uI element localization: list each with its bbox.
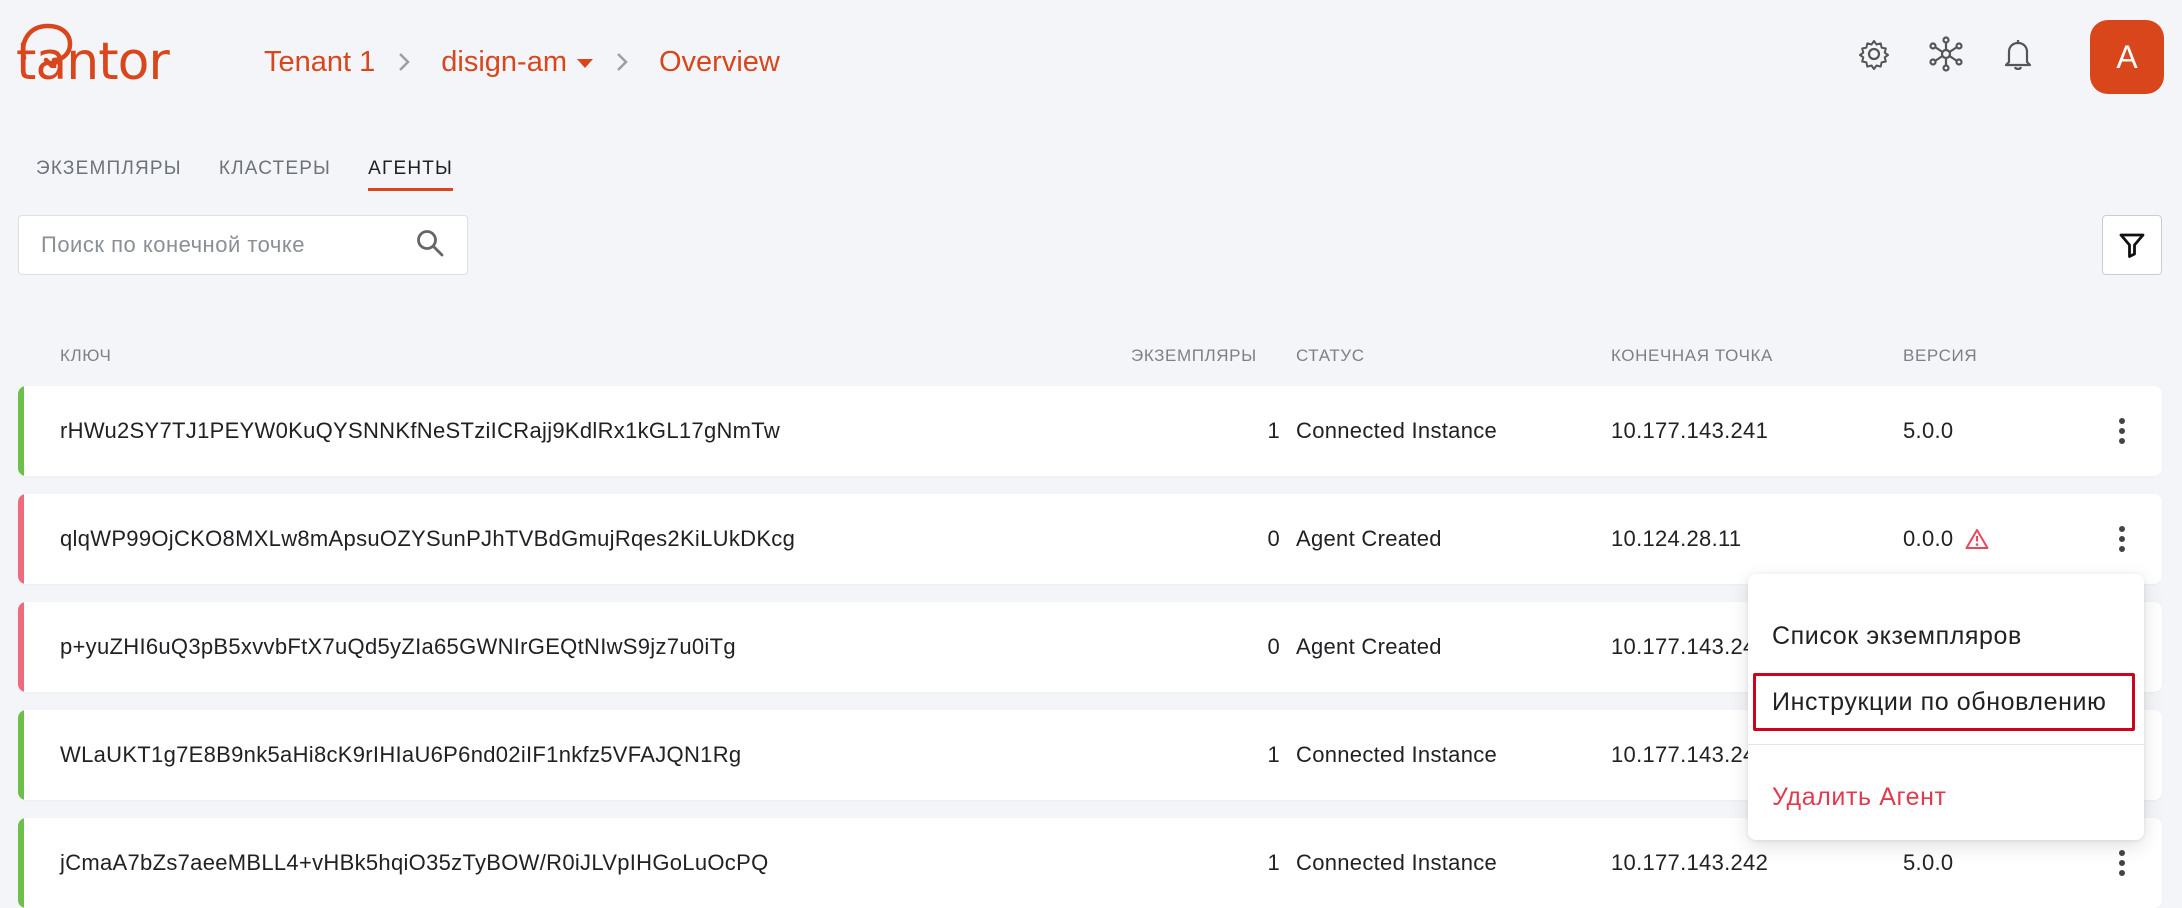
breadcrumb-tenant[interactable]: Tenant 1 [264,46,375,79]
agent-endpoint: 10.124.28.11 [1611,526,1742,551]
table-row[interactable]: qlqWP99OjCKO8MXLw8mApsuOZYSunPJhTVBdGmuj… [18,494,2162,584]
chevron-right-icon [615,51,629,73]
tantor-logo[interactable]: tantor [16,22,176,92]
tab-clusters[interactable]: КЛАСТЕРЫ [219,158,331,191]
instance-count: 1 [1267,418,1280,443]
agent-key: qlqWP99OjCKO8MXLw8mApsuOZYSunPJhTVBdGmuj… [60,526,796,551]
status-indicator [18,818,24,908]
network-icon[interactable] [1928,36,1964,72]
agent-status: Connected Instance [1296,418,1498,443]
agent-version: 5.0.0 [1903,418,1954,443]
tab-instances[interactable]: ЭКЗЕМПЛЯРЫ [36,158,182,191]
row-actions-menu-icon[interactable] [2104,521,2140,557]
agent-version: 0.0.0 [1903,526,1954,551]
agent-endpoint: 10.177.143.243 [1611,742,1769,767]
caret-down-icon [576,58,593,68]
project-dropdown[interactable]: disign-am [441,46,593,79]
status-indicator [18,386,24,476]
project-dropdown-label: disign-am [441,45,567,78]
search-input[interactable] [41,232,415,258]
tab-agents[interactable]: АГЕНТЫ [368,158,454,191]
row-actions-menu-icon[interactable] [2104,413,2140,449]
menu-item-update-instructions[interactable]: Инструкции по обновлению [1753,673,2135,731]
menu-item-instance-list[interactable]: Список экземпляров [1748,604,2144,668]
header-actions [1856,36,2036,72]
gear-icon[interactable] [1856,36,1892,72]
menu-item-delete-agent[interactable]: Удалить Агент [1748,772,2144,822]
instance-count: 1 [1267,742,1280,767]
row-actions-menu-icon[interactable] [2104,845,2140,881]
filter-button[interactable] [2102,215,2162,275]
agent-key: WLaUKT1g7E8B9nk5aHi8cK9rIHIaU6P6nd02iIF1… [60,742,742,767]
breadcrumb-current-page: Overview [658,45,780,78]
agent-status: Connected Instance [1296,850,1498,875]
instance-count: 0 [1267,526,1280,551]
table-row[interactable]: rHWu2SY7TJ1PEYW0KuQYSNNKfNeSTziICRajj9Kd… [18,386,2162,476]
logo-mark-icon [20,23,73,68]
user-avatar[interactable]: A [2090,20,2164,94]
column-header-key[interactable]: КЛЮЧ [60,346,111,366]
status-indicator [18,710,24,800]
breadcrumb: Tenant 1 disign-am Overview [264,42,780,82]
agent-key: p+yuZHI6uQ3pB5xvvbFtX7uQd5yZIa65GWNIrGEQ… [60,634,736,659]
column-header-version[interactable]: ВЕРСИЯ [1903,346,1977,366]
agent-endpoint: 10.177.143.241 [1611,418,1769,443]
warning-icon[interactable] [1965,528,1989,550]
status-indicator [18,602,24,692]
filter-icon [2119,233,2145,258]
column-header-endpoint[interactable]: КОНЕЧНАЯ ТОЧКА [1611,346,1773,366]
column-header-status[interactable]: СТАТУС [1296,346,1365,366]
app-header: tantor Tenant 1 disign-am Overview A [0,0,2182,120]
status-indicator [18,494,24,584]
chevron-right-icon [397,51,411,73]
agent-status: Agent Created [1296,634,1442,659]
search-box [18,215,468,275]
table-header: КЛЮЧ ЭКЗЕМПЛЯРЫ СТАТУС КОНЕЧНАЯ ТОЧКА ВЕ… [0,346,2182,370]
agent-key: jCmaA7bZs7aeeMBLL4+vHBk5hqiO35zTyBOW/R0i… [60,850,769,875]
instance-count: 1 [1267,850,1280,875]
agent-endpoint: 10.177.143.244 [1611,634,1769,659]
bell-icon[interactable] [2000,36,2036,72]
search-icon[interactable] [415,228,445,263]
row-context-menu: Список экземпляров Инструкции по обновле… [1748,574,2144,840]
tab-bar: ЭКЗЕМПЛЯРЫ КЛАСТЕРЫ АГЕНТЫ [36,158,454,191]
agent-endpoint: 10.177.143.242 [1611,850,1769,875]
agent-status: Agent Created [1296,526,1442,551]
agent-key: rHWu2SY7TJ1PEYW0KuQYSNNKfNeSTziICRajj9Kd… [60,418,781,443]
agent-version: 5.0.0 [1903,850,1954,875]
agent-status: Connected Instance [1296,742,1498,767]
column-header-instances[interactable]: ЭКЗЕМПЛЯРЫ [1131,346,1257,366]
menu-divider [1748,744,2144,745]
instance-count: 0 [1267,634,1280,659]
